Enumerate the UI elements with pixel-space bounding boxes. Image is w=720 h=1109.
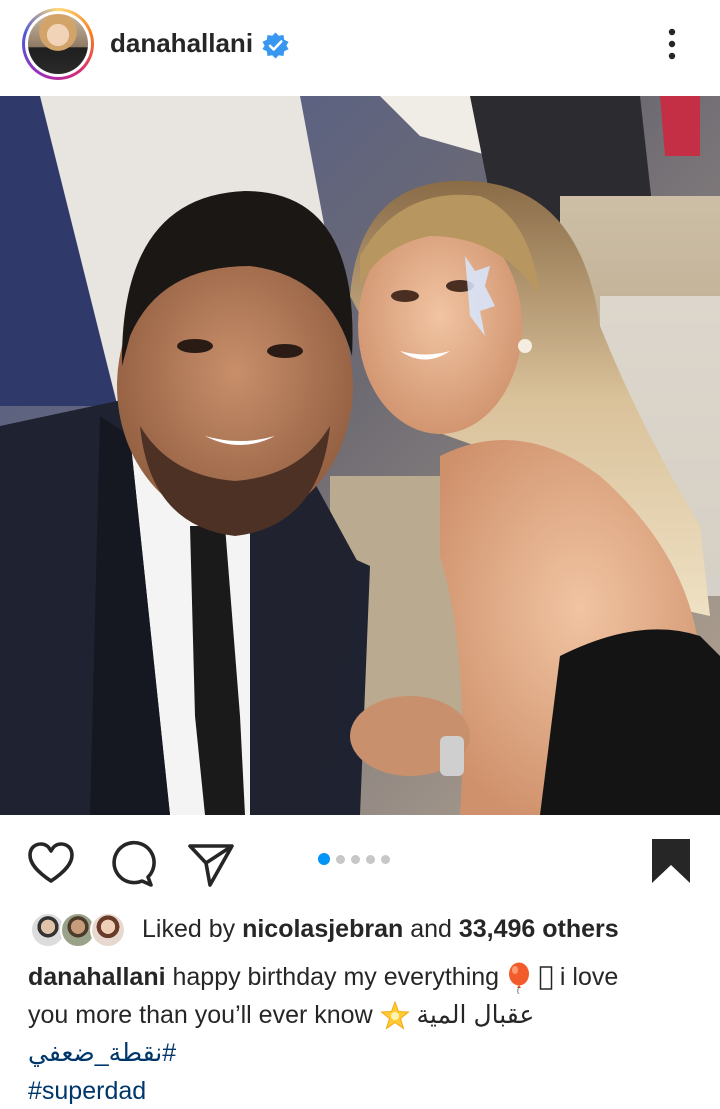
hashtag-arabic[interactable]: #نقطة_ضعفي <box>28 1034 698 1072</box>
caption-line-2: you more than you’ll ever know عقبال الم… <box>28 996 698 1034</box>
post-header: danahallani <box>0 0 720 96</box>
balloon-icon <box>509 962 530 995</box>
caption-text-1: happy birthday my everything <box>172 963 500 991</box>
likes-user[interactable]: nicolasjebran <box>242 915 403 943</box>
caption-text-2: you more than you’ll ever know <box>28 1001 373 1029</box>
carousel-dot <box>381 854 390 864</box>
likes-row[interactable]: Liked by nicolasjebran and 33,496 others <box>30 910 710 952</box>
comment-icon[interactable] <box>106 839 156 889</box>
heart-icon[interactable] <box>26 839 76 889</box>
post-caption: danahallani happy birthday my everything… <box>28 958 698 1109</box>
send-icon[interactable] <box>186 839 236 889</box>
bookmark-icon[interactable] <box>646 837 696 887</box>
likes-count[interactable]: 33,496 others <box>459 915 619 943</box>
hashtag-superdad[interactable]: #superdad <box>28 1072 698 1109</box>
post-photo[interactable] <box>0 96 720 815</box>
likes-prefix: Liked by <box>142 915 236 943</box>
carousel-indicator <box>318 852 390 866</box>
avatar-frame <box>25 11 91 77</box>
caption-arabic: عقبال المية <box>416 1001 535 1029</box>
verified-badge-icon <box>262 32 289 59</box>
likes-connector: and <box>410 915 452 943</box>
more-vertical-icon[interactable] <box>660 26 684 62</box>
caption-text-1-tail: i love <box>559 963 619 991</box>
carousel-dot-active <box>318 853 330 865</box>
glowing-star-icon <box>379 1001 410 1031</box>
carousel-dot <box>351 854 360 864</box>
post-username[interactable]: danahallani <box>110 28 253 59</box>
carousel-dot <box>336 854 345 864</box>
photo-illustration <box>0 96 720 815</box>
likes-summary[interactable]: Liked by nicolasjebran and 33,496 others <box>142 915 619 944</box>
caption-line-1: danahallani happy birthday my everything… <box>28 958 698 996</box>
avatar[interactable] <box>28 14 88 74</box>
carousel-dot <box>366 854 375 864</box>
story-ring[interactable] <box>22 8 94 80</box>
caption-username[interactable]: danahallani <box>28 963 166 991</box>
unknown-glyph-icon <box>539 966 553 991</box>
liker-avatar <box>90 912 126 948</box>
